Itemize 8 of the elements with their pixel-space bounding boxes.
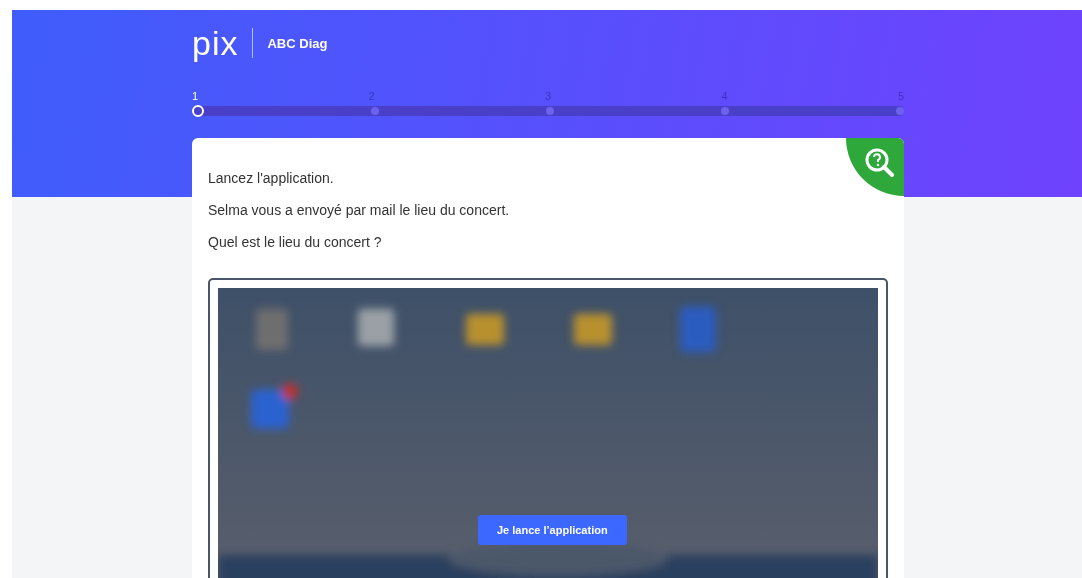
logo[interactable]: pix [192,26,239,60]
assessment-title: ABC Diag [267,35,328,51]
step-number: 4 [721,90,728,102]
instruction-text: Lancez l'application. [208,170,335,186]
instruction-text: Quel est le lieu du concert ? [208,234,383,250]
launch-app-button[interactable]: Je lance l’application [478,515,627,545]
instruction-text: Selma vous a envoyé par mail le lieu du concert. [208,202,511,218]
step-number: 1 [192,90,199,102]
